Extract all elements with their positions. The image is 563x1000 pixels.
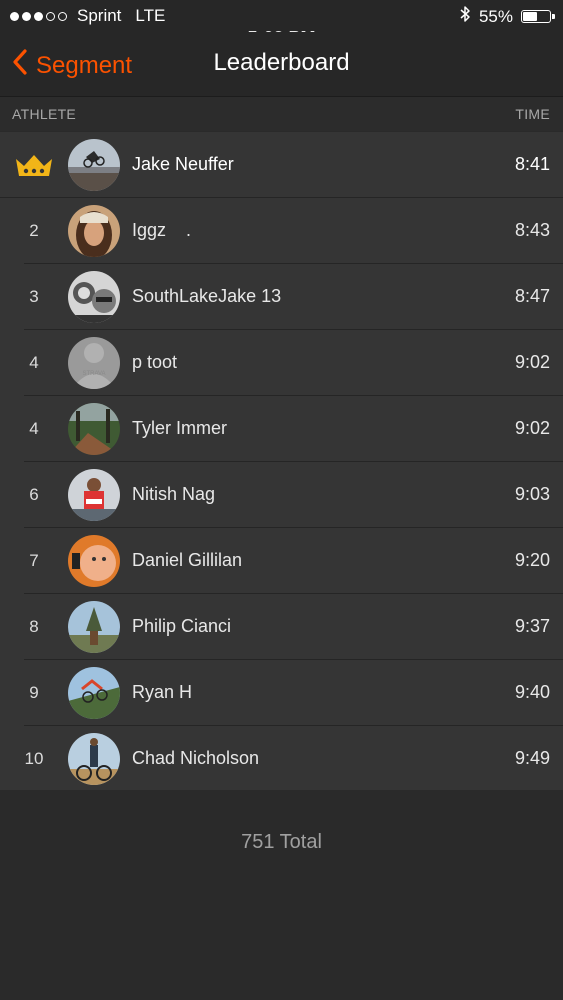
athlete-time: 9:03 [514,484,550,504]
leaderboard-header: ATHLETE TIME [0,97,563,131]
total-count: 751 Total [0,790,563,895]
athlete-name: Jake Neuffer [132,154,234,174]
status-right: 55% [459,5,555,28]
athlete-name: SouthLakeJake 13 [132,286,282,306]
athlete-rank: 3 [29,287,39,306]
avatar [68,733,120,785]
avatar [68,535,120,587]
athlete-rank: 4 [29,419,39,438]
athlete-rank: 7 [29,551,39,570]
athlete-name: Tyler Immer [132,418,228,438]
avatar [68,271,120,323]
athlete-name: p toot [132,352,178,372]
athlete-rank: 4 [29,353,39,372]
svg-text:STRAVA: STRAVA [82,371,105,377]
status-bar: Sprint LTE 5:02 PM 55% [0,0,563,48]
athlete-time: 9:20 [514,550,550,570]
column-time: TIME [515,106,550,122]
athlete-name: Nitish Nag [132,484,216,504]
navigation-bar: Segment Leaderboard [0,32,563,97]
leaderboard-list: Jake Neuffer 8:41 2 Iggz . 8:43 3 SouthL… [0,132,563,791]
leaderboard-row[interactable]: 4 STRAVA p toot 9:02 [24,330,563,396]
leaderboard-row[interactable]: 8 Philip Cianci 9:37 [24,594,563,660]
battery-percent: 55% [478,6,513,26]
leaderboard-row[interactable]: 2 Iggz . 8:43 [24,198,563,264]
avatar [68,667,120,719]
athlete-rank: 8 [29,617,39,636]
battery-icon [521,10,555,23]
athlete-time: 9:49 [514,748,550,768]
avatar [68,601,120,653]
athlete-time: 9:02 [514,418,550,438]
athlete-time: 9:02 [514,352,550,372]
avatar [68,469,120,521]
athlete-time: 8:47 [514,286,550,306]
leaderboard-row[interactable]: 10 Chad Nicholson 9:49 [24,726,563,791]
athlete-time: 8:41 [514,154,550,174]
column-athlete: ATHLETE [12,106,77,122]
bluetooth-icon [459,5,471,28]
avatar: STRAVA [68,337,120,389]
avatar [68,403,120,455]
athlete-name: Chad Nicholson [132,748,260,768]
leaderboard-row[interactable]: 6 Nitish Nag 9:03 [24,462,563,528]
leaderboard-row[interactable]: Jake Neuffer 8:41 [0,132,563,198]
athlete-name: Iggz . [132,220,192,240]
avatar [68,139,120,191]
athlete-time: 9:40 [514,682,550,702]
athlete-name: Daniel Gillilan [132,550,243,570]
leaderboard-row[interactable]: 3 SouthLakeJake 13 8:47 [24,264,563,330]
athlete-name: Ryan H [132,682,193,702]
athlete-rank: 9 [29,683,39,702]
page-title: Leaderboard [213,49,350,76]
athlete-rank: 2 [29,221,39,240]
leaderboard-row[interactable]: 7 Daniel Gillilan 9:20 [24,528,563,594]
leaderboard-row[interactable]: 4 Tyler Immer 9:02 [24,396,563,462]
athlete-rank: 6 [29,485,39,504]
leaderboard-row[interactable]: 9 Ryan H 9:40 [24,660,563,726]
athlete-name: Philip Cianci [132,616,232,636]
athlete-rank: 10 [24,749,44,768]
crown-icon [14,152,54,178]
avatar [68,205,120,257]
athlete-time: 8:43 [514,220,550,240]
athlete-time: 9:37 [514,616,550,636]
